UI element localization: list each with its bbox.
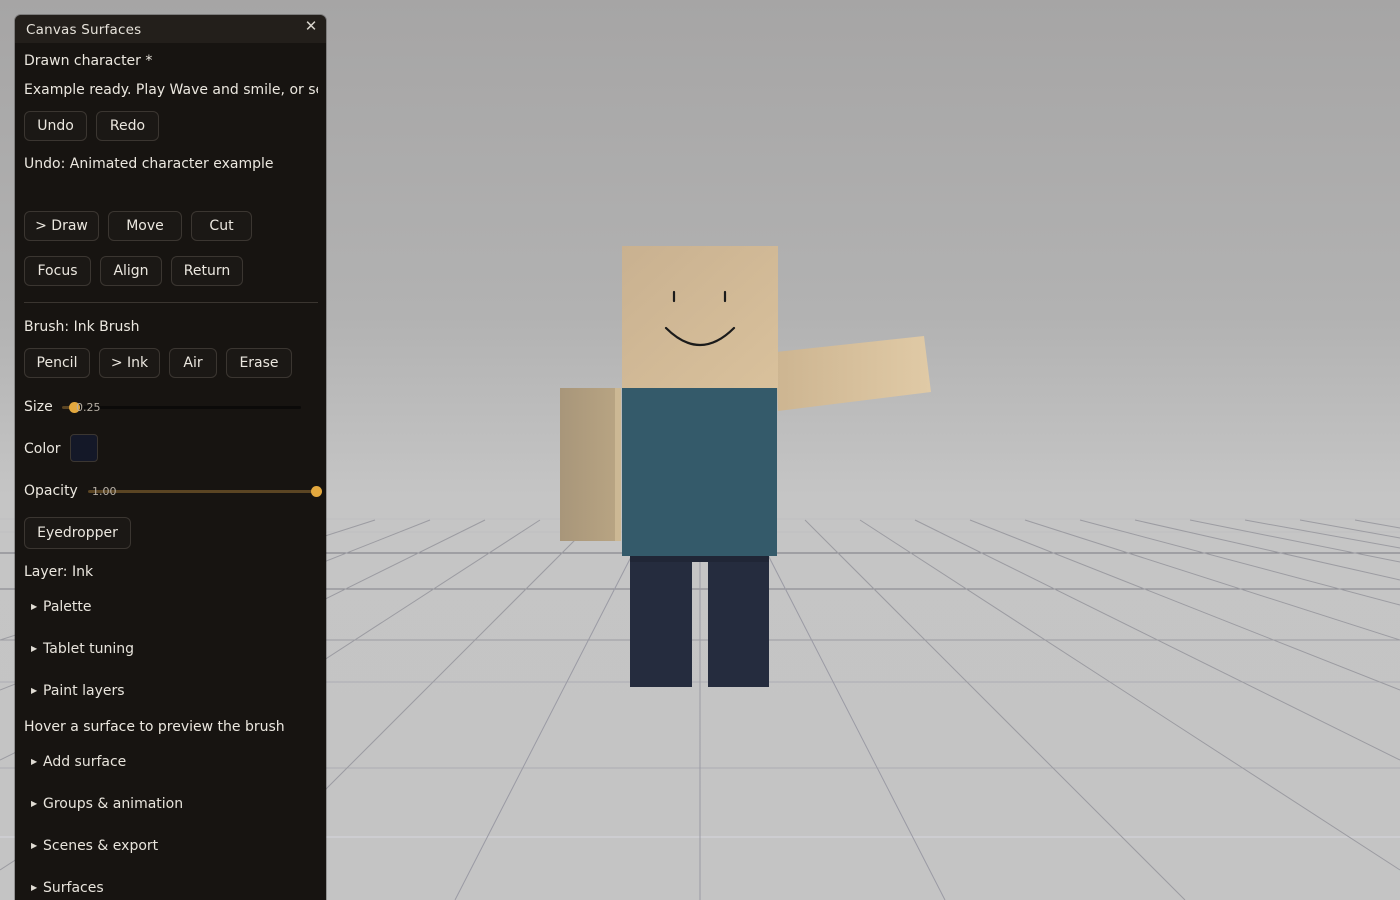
hover-hint: Hover a surface to preview the brush bbox=[24, 719, 285, 735]
section-groups-animation[interactable]: ▶ Groups & animation bbox=[31, 796, 183, 812]
section-palette-label: Palette bbox=[43, 599, 92, 615]
triangle-right-icon: ▶ bbox=[31, 883, 38, 892]
section-add-surface-label: Add surface bbox=[43, 754, 127, 770]
divider bbox=[24, 302, 318, 303]
undo-button[interactable]: Undo bbox=[24, 111, 87, 141]
section-paint-layers[interactable]: ▶ Paint layers bbox=[31, 683, 125, 699]
section-surfaces[interactable]: ▶ Surfaces bbox=[31, 880, 104, 896]
redo-button[interactable]: Redo bbox=[96, 111, 159, 141]
character-left-leg bbox=[630, 556, 692, 687]
brush-pencil-button[interactable]: Pencil bbox=[24, 348, 90, 378]
document-name: Drawn character * bbox=[24, 53, 153, 69]
triangle-right-icon: ▶ bbox=[31, 799, 38, 808]
section-scenes-export[interactable]: ▶ Scenes & export bbox=[31, 838, 158, 854]
section-tablet-tuning-label: Tablet tuning bbox=[43, 641, 135, 657]
triangle-right-icon: ▶ bbox=[31, 602, 38, 611]
section-tablet-tuning[interactable]: ▶ Tablet tuning bbox=[31, 641, 134, 657]
panel-title: Canvas Surfaces bbox=[26, 22, 142, 38]
opacity-slider-fill bbox=[88, 490, 316, 493]
return-button[interactable]: Return bbox=[171, 256, 243, 286]
size-value: 0.25 bbox=[76, 401, 101, 414]
character-right-leg bbox=[708, 556, 769, 687]
panel-titlebar[interactable]: Canvas Surfaces ✕ bbox=[15, 15, 326, 43]
character-model bbox=[560, 246, 931, 687]
character-torso bbox=[622, 388, 777, 556]
character-waving-arm bbox=[776, 336, 931, 411]
triangle-right-icon: ▶ bbox=[31, 686, 38, 695]
brush-erase-button[interactable]: Erase bbox=[226, 348, 292, 378]
brush-label: Brush: Ink Brush bbox=[24, 319, 140, 335]
triangle-right-icon: ▶ bbox=[31, 841, 38, 850]
size-label: Size bbox=[24, 399, 53, 415]
section-palette[interactable]: ▶ Palette bbox=[31, 599, 92, 615]
character-left-arm bbox=[560, 388, 620, 541]
layer-label: Layer: Ink bbox=[24, 564, 94, 580]
section-surfaces-label: Surfaces bbox=[43, 880, 104, 896]
brush-air-button[interactable]: Air bbox=[169, 348, 217, 378]
color-label: Color bbox=[24, 441, 61, 457]
tool-cut-button[interactable]: Cut bbox=[191, 211, 252, 241]
section-groups-animation-label: Groups & animation bbox=[43, 796, 184, 812]
color-swatch[interactable] bbox=[70, 434, 98, 462]
section-paint-layers-label: Paint layers bbox=[43, 683, 125, 699]
canvas-surfaces-panel: Canvas Surfaces ✕ Drawn character * Exam… bbox=[15, 15, 326, 900]
section-add-surface[interactable]: ▶ Add surface bbox=[31, 754, 126, 770]
opacity-label: Opacity bbox=[24, 483, 78, 499]
triangle-right-icon: ▶ bbox=[31, 757, 38, 766]
align-button[interactable]: Align bbox=[100, 256, 162, 286]
focus-button[interactable]: Focus bbox=[24, 256, 91, 286]
triangle-right-icon: ▶ bbox=[31, 644, 38, 653]
eyedropper-button[interactable]: Eyedropper bbox=[24, 517, 131, 549]
close-icon[interactable]: ✕ bbox=[304, 19, 318, 34]
tool-draw-button[interactable]: > Draw bbox=[24, 211, 99, 241]
opacity-slider-handle[interactable] bbox=[311, 486, 322, 497]
tool-move-button[interactable]: Move bbox=[108, 211, 182, 241]
status-text: Example ready. Play Wave and smile, or s… bbox=[24, 82, 318, 98]
section-scenes-export-label: Scenes & export bbox=[43, 838, 159, 854]
opacity-value: 1.00 bbox=[92, 485, 117, 498]
character-head bbox=[622, 246, 778, 388]
brush-ink-button[interactable]: > Ink bbox=[99, 348, 160, 378]
undo-hint: Undo: Animated character example bbox=[24, 156, 274, 172]
